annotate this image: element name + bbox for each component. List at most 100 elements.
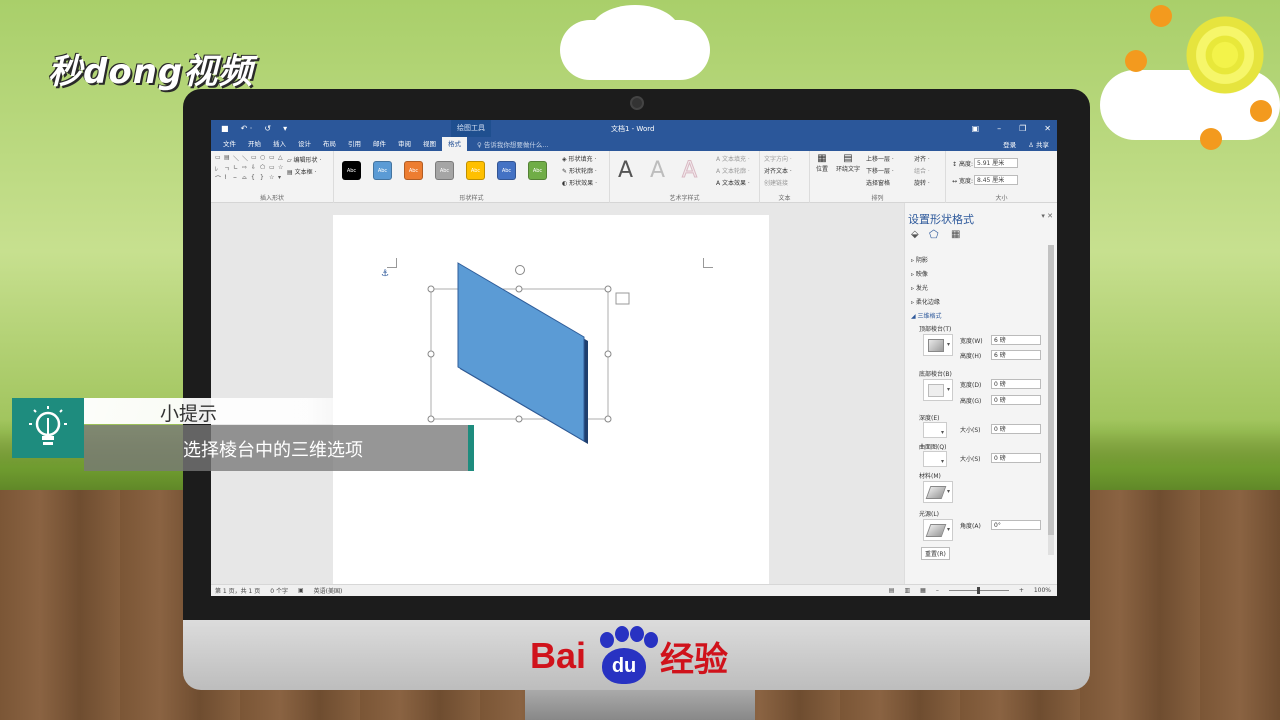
bottom-bevel-dropdown[interactable] xyxy=(923,379,953,401)
effects-tab-icon[interactable]: ⬠ xyxy=(929,228,939,241)
align-text-button[interactable]: 对齐文本 · xyxy=(764,166,792,175)
language-indicator[interactable]: 英语(美国) xyxy=(314,586,343,595)
rotate-handle[interactable] xyxy=(515,265,525,275)
wordart-style-3[interactable]: A xyxy=(681,158,697,184)
bring-forward-button[interactable]: 上移一层 · xyxy=(866,154,894,163)
bottom-bevel-height-field[interactable]: 0 磅 xyxy=(991,395,1041,405)
bottom-bevel-label: 底部棱台(B) xyxy=(919,371,952,378)
pane-scrollbar[interactable] xyxy=(1048,245,1054,555)
rotate-button[interactable]: 旋转 · xyxy=(914,178,930,187)
style-swatch[interactable]: Abc xyxy=(528,161,547,180)
top-bevel-height-field[interactable]: 6 磅 xyxy=(991,350,1041,360)
redo-button[interactable]: ↺ xyxy=(264,124,271,133)
resize-handle[interactable] xyxy=(427,350,435,358)
section-3d-format[interactable]: ◢ 三维格式 xyxy=(911,311,942,320)
tab-references[interactable]: 引用 xyxy=(342,137,367,151)
shape-fill-button[interactable]: ◈ 形状填充 · xyxy=(562,154,596,163)
zoom-level[interactable]: 100% xyxy=(1034,587,1051,594)
tab-home[interactable]: 开始 xyxy=(242,137,267,151)
layout-options-icon[interactable] xyxy=(615,292,630,305)
shape-outline-button[interactable]: ✎ 形状轮廓 · xyxy=(562,166,597,175)
minimize-button[interactable]: – xyxy=(997,124,1001,133)
edit-shape-button[interactable]: ▱ 编辑形状 · xyxy=(287,155,321,164)
style-swatch[interactable]: Abc xyxy=(497,161,516,180)
tab-insert[interactable]: 插入 xyxy=(267,137,292,151)
resize-handle[interactable] xyxy=(604,350,612,358)
depth-size-field[interactable]: 0 磅 xyxy=(991,424,1041,434)
section-soft-edges[interactable]: ▹ 柔化边缘 xyxy=(911,297,940,306)
selection-pane-button[interactable]: 选择窗格 xyxy=(866,178,890,187)
qat-more-icon[interactable]: ▾ xyxy=(283,124,287,133)
send-backward-button[interactable]: 下移一层 · xyxy=(866,166,894,175)
style-swatch[interactable]: Abc xyxy=(342,161,361,180)
resize-handle[interactable] xyxy=(604,285,612,293)
restore-button[interactable]: ❐ xyxy=(1019,124,1026,133)
proofing-icon[interactable]: ▣ xyxy=(298,587,304,594)
text-fill-button[interactable]: A 文本填充 · xyxy=(716,154,750,163)
text-effects-button[interactable]: A 文本效果 · xyxy=(716,178,750,187)
wrap-text-button[interactable]: ▤ 环绕文字 xyxy=(836,153,860,173)
share-button[interactable]: ♙ 共享 xyxy=(1028,139,1049,149)
tab-file[interactable]: 文件 xyxy=(217,137,242,151)
top-bevel-width-field[interactable]: 6 磅 xyxy=(991,335,1041,345)
top-bevel-dropdown[interactable] xyxy=(923,334,953,356)
tell-me-search[interactable]: ♀ 告诉我你想要做什么... xyxy=(477,139,549,149)
tab-review[interactable]: 审阅 xyxy=(392,137,417,151)
contour-size-field[interactable]: 0 磅 xyxy=(991,453,1041,463)
depth-color-dropdown[interactable] xyxy=(923,422,947,438)
text-direction-button[interactable]: 文字方向 · xyxy=(764,154,792,163)
reset-button[interactable]: 重置(R) xyxy=(921,547,950,560)
position-button[interactable]: ▦ 位置 xyxy=(816,153,828,173)
tab-format[interactable]: 格式 xyxy=(442,137,467,151)
section-reflection[interactable]: ▹ 映像 xyxy=(911,269,928,278)
text-box-button[interactable]: ▤ 文本框 · xyxy=(287,167,316,176)
create-link-button[interactable]: 创建链接 xyxy=(764,178,788,187)
section-glow[interactable]: ▹ 发光 xyxy=(911,283,928,292)
section-shadow[interactable]: ▹ 阴影 xyxy=(911,255,928,264)
web-layout-icon[interactable]: ▦ xyxy=(920,587,926,594)
angle-field[interactable]: 0° xyxy=(991,520,1041,530)
resize-handle[interactable] xyxy=(427,285,435,293)
height-field[interactable]: 5.91 厘米 xyxy=(974,158,1018,168)
lighting-dropdown[interactable] xyxy=(923,519,953,541)
read-mode-icon[interactable]: ▤ xyxy=(889,587,895,594)
shape-effects-button[interactable]: ◐ 形状效果 · xyxy=(562,178,597,187)
save-icon[interactable]: ■ xyxy=(221,124,229,133)
tab-layout[interactable]: 布局 xyxy=(317,137,342,151)
material-dropdown[interactable] xyxy=(923,481,953,503)
resize-handle[interactable] xyxy=(604,415,612,423)
word-count[interactable]: 0 个字 xyxy=(270,586,288,595)
resize-handle[interactable] xyxy=(515,285,523,293)
close-button[interactable]: ✕ xyxy=(1044,124,1051,133)
zoom-in-icon[interactable]: + xyxy=(1019,587,1024,594)
zoom-out-icon[interactable]: – xyxy=(936,587,939,594)
align-button[interactable]: 对齐 · xyxy=(914,154,930,163)
fill-line-icon[interactable]: ⬙ xyxy=(911,229,919,240)
resize-handle[interactable] xyxy=(515,415,523,423)
wordart-style-1[interactable]: A xyxy=(618,158,633,183)
style-swatch[interactable]: Abc xyxy=(466,161,485,180)
style-swatch[interactable]: Abc xyxy=(435,161,454,180)
pane-close-icon[interactable]: ▾ ✕ xyxy=(1041,212,1053,220)
tab-design[interactable]: 设计 xyxy=(292,137,317,151)
style-swatch[interactable]: Abc xyxy=(373,161,392,180)
layout-properties-icon[interactable]: ▦ xyxy=(951,229,960,240)
login-link[interactable]: 登录 xyxy=(1003,139,1016,149)
undo-button[interactable]: ↶ · xyxy=(241,124,253,133)
print-layout-icon[interactable]: ▥ xyxy=(904,587,910,594)
group-button[interactable]: 组合 · xyxy=(914,166,930,175)
style-swatch[interactable]: Abc xyxy=(404,161,423,180)
scrollbar-thumb[interactable] xyxy=(1048,245,1054,535)
contour-color-dropdown[interactable] xyxy=(923,451,947,467)
shapes-gallery[interactable]: ▭ ▤ ＼ ＼ ▭ ○ ▭ △ ﾚㄱ ∟ ⇨ ⇩ ⬠ ▭ ☆ ⌒ ⌇ ⌢ ⌓{} ☆ ▾ xyxy=(215,154,283,183)
tab-view[interactable]: 视图 xyxy=(417,137,442,151)
bottom-bevel-width-field[interactable]: 0 磅 xyxy=(991,379,1041,389)
wordart-style-2[interactable]: A xyxy=(650,158,665,183)
zoom-slider[interactable] xyxy=(948,587,1009,594)
tab-mailings[interactable]: 邮件 xyxy=(367,137,392,151)
ribbon-display-icon[interactable]: ▣ xyxy=(972,124,980,133)
width-field[interactable]: 8.45 厘米 xyxy=(974,175,1018,185)
page-count[interactable]: 第 1 页，共 1 页 xyxy=(215,586,260,595)
text-outline-button[interactable]: A 文本轮廓 · xyxy=(716,166,750,175)
resize-handle[interactable] xyxy=(427,415,435,423)
